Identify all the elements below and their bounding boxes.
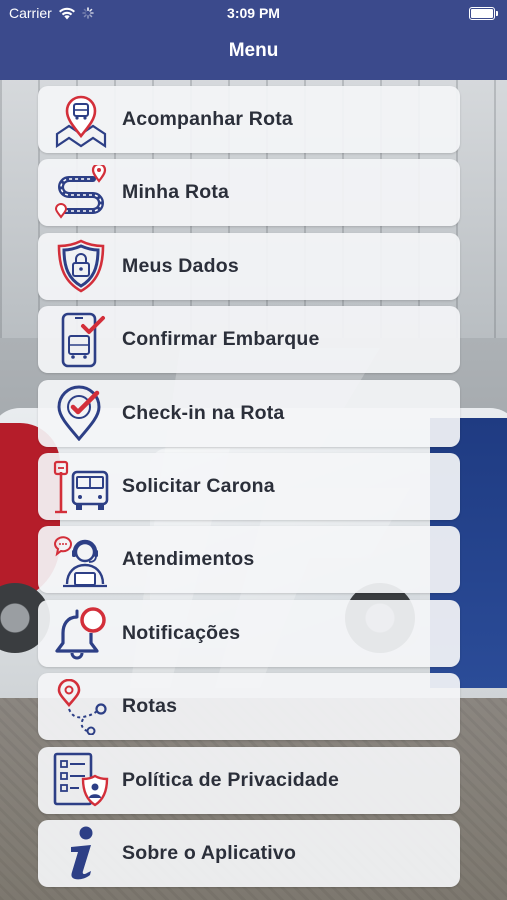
menu-list: Acompanhar Rota Minha Rota Meus Dados Co… — [38, 86, 460, 893]
menu-item-sobre-o-aplicativo[interactable]: Sobre o Aplicativo — [38, 819, 460, 887]
menu-item-rotas[interactable]: Rotas — [38, 673, 460, 741]
menu-item-label: Confirmar Embarque — [122, 328, 320, 351]
map-bus-pin-icon — [50, 89, 112, 151]
routes-pin-icon — [50, 676, 112, 738]
status-bar: Carrier 3:09 PM — [0, 0, 507, 28]
menu-item-label: Solicitar Carona — [122, 474, 275, 497]
menu-item-solicitar-carona[interactable]: Solicitar Carona — [38, 452, 460, 520]
menu-item-label: Rotas — [122, 695, 178, 718]
menu-item-confirmar-embarque[interactable]: Confirmar Embarque — [38, 306, 460, 374]
menu-item-label: Notificações — [122, 621, 241, 644]
bus-stop-icon — [50, 455, 112, 517]
shield-lock-icon — [50, 235, 112, 297]
status-time: 3:09 PM — [227, 5, 280, 21]
menu-item-politica-de-privacidade[interactable]: Política de Privacidade — [38, 746, 460, 814]
privacy-document-icon — [50, 749, 112, 811]
menu-item-label: Política de Privacidade — [122, 768, 340, 791]
menu-item-label: Meus Dados — [122, 254, 239, 277]
bell-icon — [50, 602, 112, 664]
menu-item-check-in-na-rota[interactable]: Check-in na Rota — [38, 379, 460, 447]
route-path-icon — [50, 162, 112, 224]
menu-item-label: Sobre o Aplicativo — [122, 841, 297, 864]
menu-item-notificacoes[interactable]: Notificações — [38, 599, 460, 667]
pin-check-icon — [50, 382, 112, 444]
menu-item-minha-rota[interactable]: Minha Rota — [38, 159, 460, 227]
menu-item-label: Minha Rota — [122, 181, 230, 204]
navigation-header: Carrier 3:09 PM Menu — [0, 0, 507, 80]
menu-item-acompanhar-rota[interactable]: Acompanhar Rota — [38, 86, 460, 153]
page-title: Menu — [228, 40, 279, 61]
menu-item-label: Check-in na Rota — [122, 401, 285, 424]
info-icon — [50, 822, 112, 884]
menu-item-label: Atendimentos — [122, 548, 255, 571]
phone-bus-check-icon — [50, 309, 112, 371]
menu-item-meus-dados[interactable]: Meus Dados — [38, 232, 460, 300]
menu-item-label: Acompanhar Rota — [122, 108, 293, 130]
support-agent-icon — [50, 529, 112, 591]
menu-item-atendimentos[interactable]: Atendimentos — [38, 526, 460, 594]
battery-icon — [469, 7, 498, 20]
